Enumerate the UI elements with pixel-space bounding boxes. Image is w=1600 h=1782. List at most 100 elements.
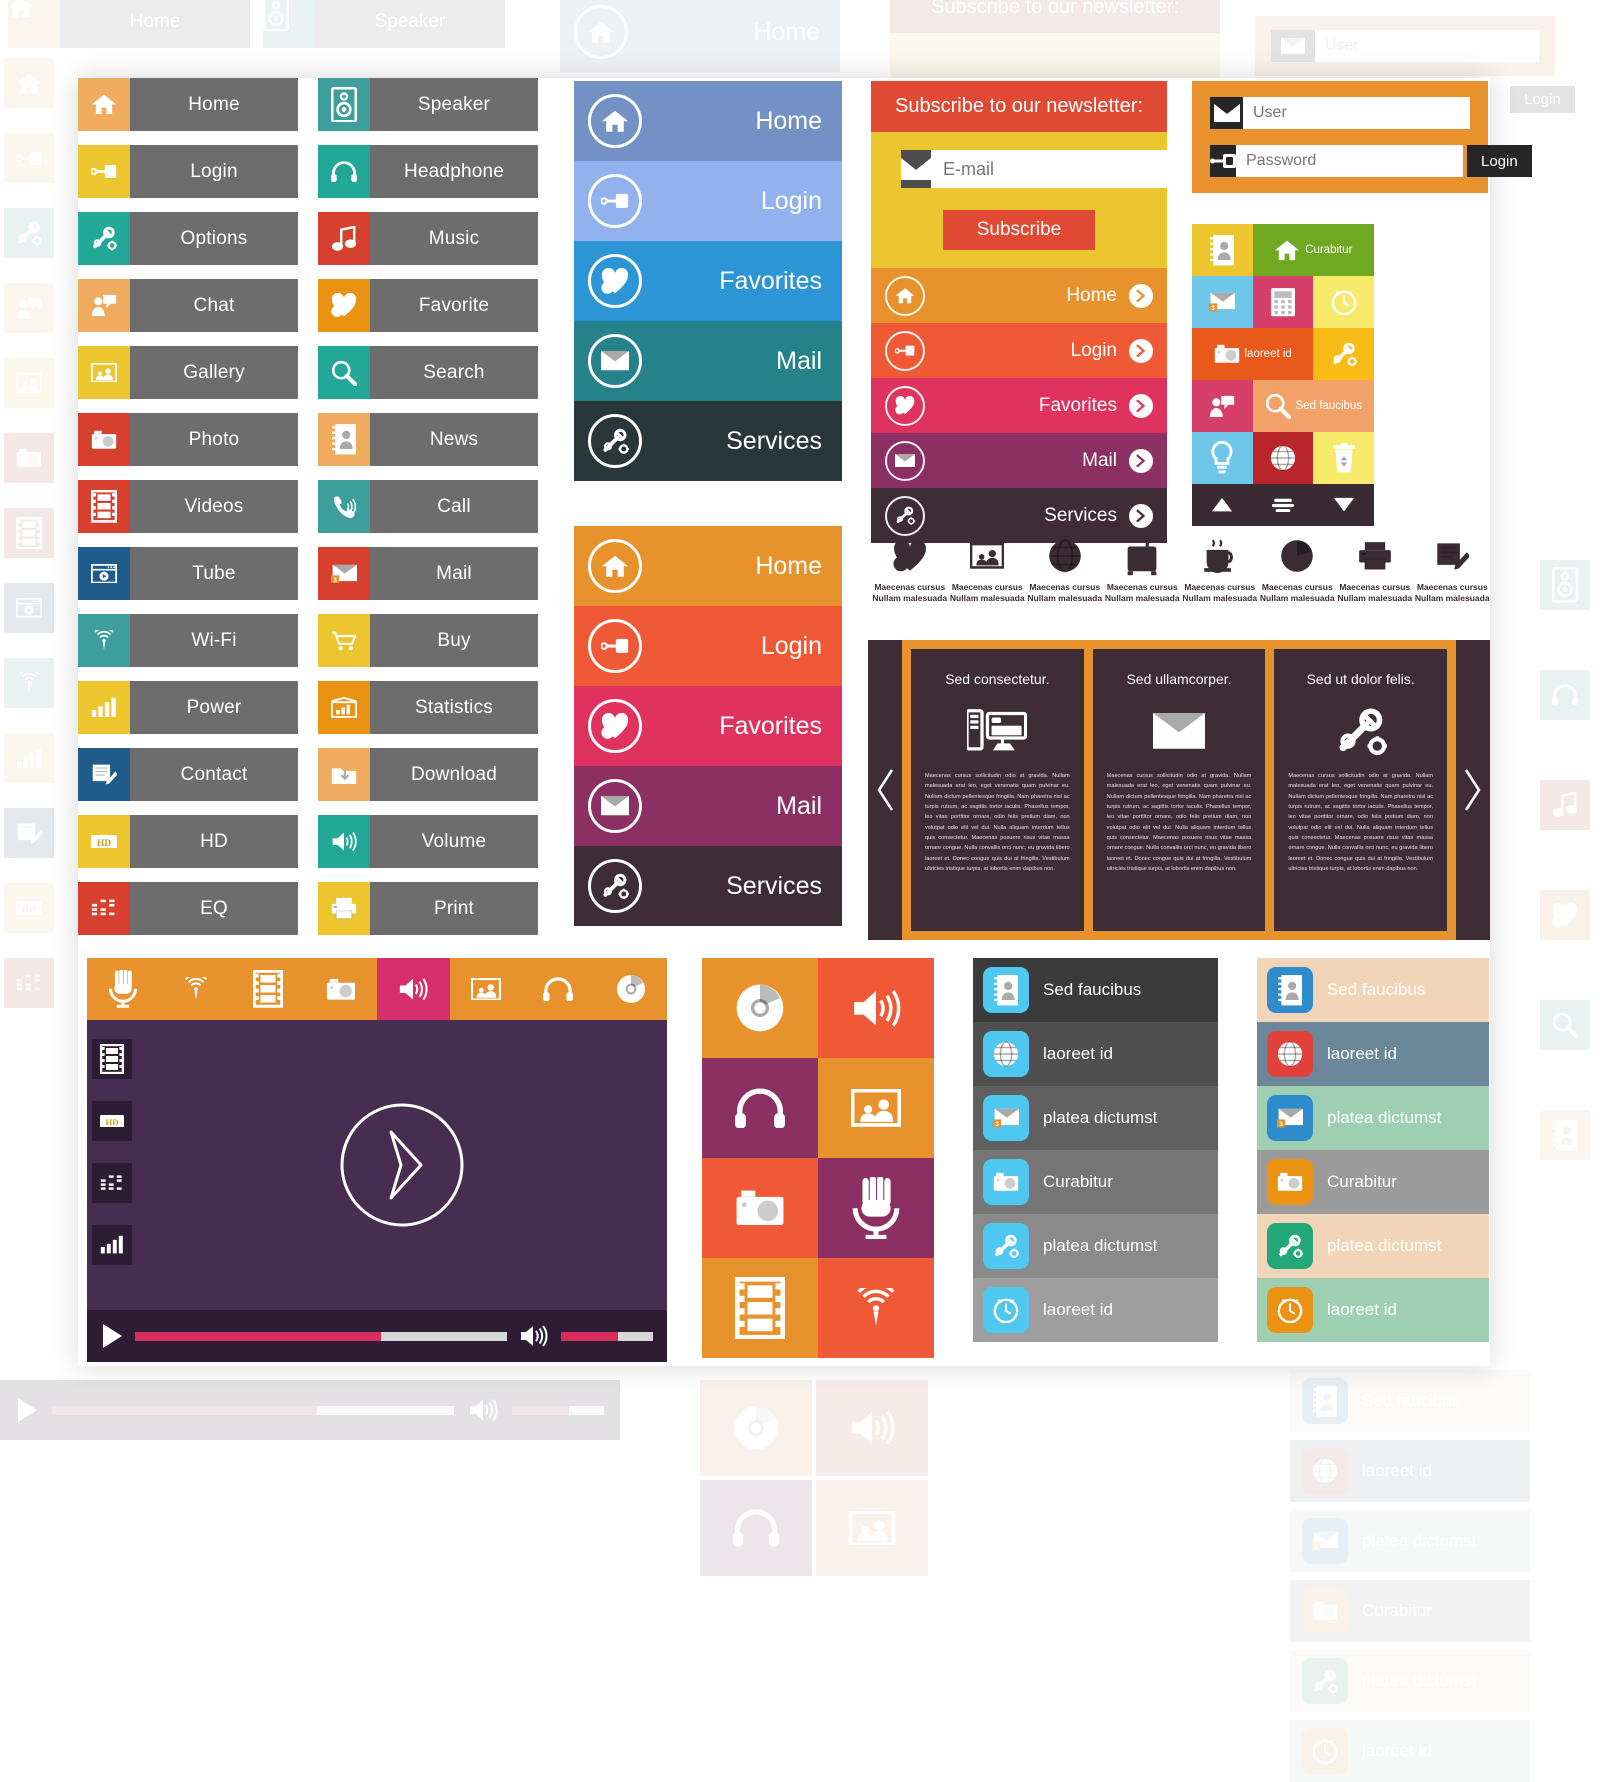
menu-row[interactable]: Print xyxy=(318,882,538,935)
carousel-card[interactable]: Sed ut dolor felis. Maecenas cursus solli… xyxy=(1274,649,1448,931)
nav-item[interactable]: Login xyxy=(574,606,842,686)
menu-row[interactable]: Tube xyxy=(78,547,298,600)
list-item[interactable]: 3 platea dictumst xyxy=(973,1086,1218,1150)
list-item[interactable]: laoreet id xyxy=(1257,1278,1489,1342)
media-tile[interactable] xyxy=(702,1158,818,1258)
menu-row[interactable]: Favorite xyxy=(318,279,538,332)
list-item[interactable]: Sed faucibus xyxy=(973,958,1218,1022)
menu-row[interactable]: EQ xyxy=(78,882,298,935)
menu-row[interactable]: Search xyxy=(318,346,538,399)
player-tool-wifi-icon[interactable] xyxy=(159,958,232,1020)
newsletter-email-field[interactable] xyxy=(901,150,1187,188)
metro-tile[interactable] xyxy=(1192,432,1253,484)
list-item[interactable]: laoreet id xyxy=(973,1278,1218,1342)
player-tool-gallery-icon[interactable] xyxy=(449,958,522,1020)
login-user-field[interactable] xyxy=(1210,97,1470,129)
login-user-input[interactable] xyxy=(1243,97,1470,129)
list-item[interactable]: Sed faucibus xyxy=(1257,958,1489,1022)
player-side-bars-icon[interactable] xyxy=(87,1214,137,1276)
menu-row[interactable]: 3 Mail xyxy=(318,547,538,600)
login-button[interactable]: Login xyxy=(1467,145,1532,177)
list-item[interactable]: platea dictumst xyxy=(973,1214,1218,1278)
media-tile[interactable] xyxy=(818,1258,934,1358)
media-tile[interactable] xyxy=(818,1058,934,1158)
metro-tile[interactable] xyxy=(1192,224,1253,276)
player-tool-microphone-icon[interactable] xyxy=(87,958,160,1020)
menu-row[interactable]: Wi-Fi xyxy=(78,614,298,667)
menu-row[interactable]: Photo xyxy=(78,413,298,466)
metro-tile[interactable] xyxy=(1252,432,1314,484)
volume-icon[interactable] xyxy=(519,1324,549,1348)
metro-tile[interactable] xyxy=(1192,380,1253,432)
menu-row[interactable]: Chat xyxy=(78,279,298,332)
player-side-hd-icon[interactable]: HD xyxy=(87,1090,137,1152)
media-tile[interactable] xyxy=(818,958,934,1058)
list-item[interactable]: Curabitur xyxy=(1257,1150,1489,1214)
nav-item[interactable]: Favorites xyxy=(574,686,842,766)
metro-tile[interactable]: laoreet id xyxy=(1192,328,1314,380)
arrow-nav-item[interactable]: Login xyxy=(871,323,1167,378)
media-tile[interactable] xyxy=(702,1258,818,1358)
nav-item[interactable]: Services xyxy=(574,846,842,926)
media-tile[interactable] xyxy=(702,1058,818,1158)
menu-row[interactable]: Headphone xyxy=(318,145,538,198)
arrow-nav-item[interactable]: Favorites xyxy=(871,378,1167,433)
arrow-nav-item[interactable]: Mail xyxy=(871,433,1167,488)
menu-row[interactable]: Music xyxy=(318,212,538,265)
triangle-down-icon[interactable] xyxy=(1333,497,1355,512)
player-tool-headphone-icon[interactable] xyxy=(522,958,595,1020)
metro-tile[interactable]: 3 xyxy=(1192,276,1253,328)
triangle-up-icon[interactable] xyxy=(1211,497,1233,512)
menu-row[interactable]: Gallery xyxy=(78,346,298,399)
menu-row[interactable]: Power xyxy=(78,681,298,734)
carousel-next-button[interactable] xyxy=(1456,640,1490,940)
subscribe-button[interactable]: Subscribe xyxy=(942,210,1096,250)
media-tile[interactable] xyxy=(702,958,818,1058)
menu-row[interactable]: HD HD xyxy=(78,815,298,868)
menu-row[interactable]: Buy xyxy=(318,614,538,667)
menu-row[interactable]: Call xyxy=(318,480,538,533)
newsletter-email-input[interactable] xyxy=(931,150,1187,188)
volume-bar[interactable] xyxy=(561,1331,653,1341)
list-item[interactable]: Curabitur xyxy=(973,1150,1218,1214)
nav-item[interactable]: Favorites xyxy=(574,241,842,321)
metro-tile[interactable] xyxy=(1313,276,1374,328)
nav-item[interactable]: Login xyxy=(574,161,842,241)
player-tool-film-icon[interactable] xyxy=(232,958,305,1020)
play-icon[interactable] xyxy=(101,1323,123,1349)
media-player-stage[interactable] xyxy=(137,1020,667,1310)
menu-row[interactable]: Statistics xyxy=(318,681,538,734)
player-side-film-icon[interactable] xyxy=(87,1028,137,1090)
nav-item[interactable]: Home xyxy=(574,81,842,161)
nav-item[interactable]: Home xyxy=(574,526,842,606)
menu-row[interactable]: Login xyxy=(78,145,298,198)
login-password-input[interactable] xyxy=(1236,145,1463,177)
menu-row[interactable]: Speaker xyxy=(318,78,538,131)
list-item[interactable]: laoreet id xyxy=(973,1022,1218,1086)
metro-tile[interactable] xyxy=(1313,328,1374,380)
login-password-field[interactable]: Login xyxy=(1210,145,1532,177)
menu-row[interactable]: Contact xyxy=(78,748,298,801)
player-tool-camera-icon[interactable] xyxy=(304,958,377,1020)
menu-row[interactable]: Videos xyxy=(78,480,298,533)
nav-item[interactable]: Mail xyxy=(574,766,842,846)
list-item[interactable]: laoreet id xyxy=(1257,1022,1489,1086)
carousel-prev-button[interactable] xyxy=(868,640,902,940)
list-item[interactable]: 3 platea dictumst xyxy=(1257,1086,1489,1150)
player-side-equalizer-icon[interactable] xyxy=(87,1152,137,1214)
arrow-nav-item[interactable]: Home xyxy=(871,268,1167,323)
metro-tile[interactable]: Curabitur xyxy=(1252,224,1374,276)
progress-bar[interactable] xyxy=(135,1331,507,1341)
metro-tile[interactable] xyxy=(1313,432,1374,484)
player-tool-volume-icon[interactable] xyxy=(377,958,450,1020)
menu-row[interactable]: Home xyxy=(78,78,298,131)
metro-tile[interactable] xyxy=(1252,276,1314,328)
menu-row[interactable]: News xyxy=(318,413,538,466)
menu-row[interactable]: Download xyxy=(318,748,538,801)
menu-row[interactable]: Volume xyxy=(318,815,538,868)
list-item[interactable]: platea dictumst xyxy=(1257,1214,1489,1278)
metro-tile[interactable]: Sed faucibus xyxy=(1252,380,1374,432)
menu-row[interactable]: Options xyxy=(78,212,298,265)
menu-lines-icon[interactable] xyxy=(1271,498,1294,513)
nav-item[interactable]: Mail xyxy=(574,321,842,401)
